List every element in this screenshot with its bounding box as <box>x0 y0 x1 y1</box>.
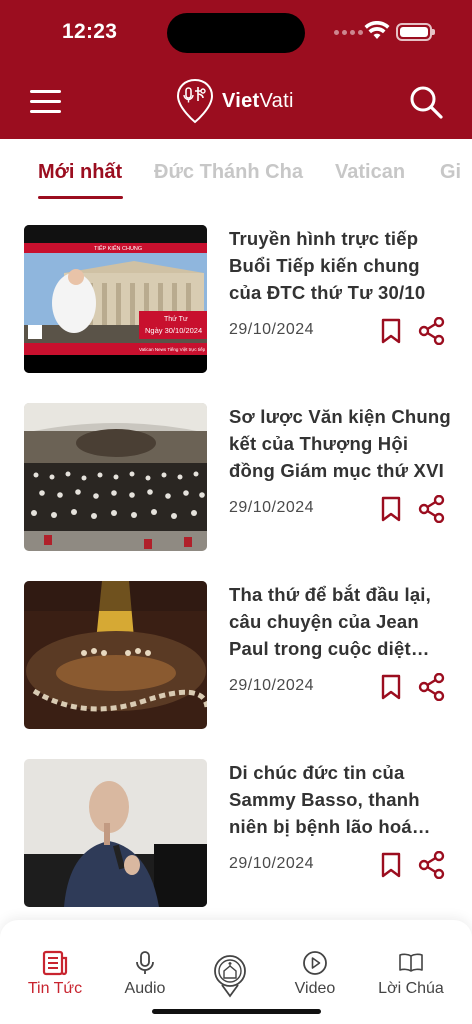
logo-mark-icon <box>176 78 214 124</box>
svg-text:TIẾP KIẾN CHUNG: TIẾP KIẾN CHUNG <box>94 245 142 252</box>
nav-label: Tin Tức <box>27 980 83 997</box>
article-title[interactable]: Truyền hình trực tiếp Buổi Tiếp kiến chu… <box>229 225 451 306</box>
svg-text:Ngày 30/10/2024: Ngày 30/10/2024 <box>145 326 202 335</box>
article-thumbnail <box>24 581 207 729</box>
wifi-icon <box>364 21 390 39</box>
share-icon[interactable] <box>418 317 446 345</box>
play-circle-icon <box>303 951 327 975</box>
home-indicator <box>152 1009 321 1014</box>
tab-moi-nhat[interactable]: Mới nhất <box>38 161 122 184</box>
share-icon[interactable] <box>418 851 446 879</box>
app-header: 12:23 VietVati <box>0 0 472 139</box>
article-date: 29/10/2024 <box>229 855 315 872</box>
tab-duc-thanh-cha[interactable]: Đức Thánh Cha <box>154 161 303 184</box>
logo-text: VietVati <box>222 89 294 112</box>
microphone-icon <box>136 951 154 974</box>
active-tab-indicator <box>38 196 123 199</box>
nav-tin-tuc[interactable]: Tin Tức <box>10 950 100 998</box>
cellular-signal-icon <box>334 30 363 35</box>
tab-gi[interactable]: Gi <box>440 161 461 184</box>
article-item[interactable]: Di chúc đức tin của Sammy Basso, thanh n… <box>0 759 472 909</box>
bookmark-icon[interactable] <box>380 852 402 878</box>
share-icon[interactable] <box>418 673 446 701</box>
nav-church-locator[interactable] <box>185 954 275 1002</box>
article-date: 29/10/2024 <box>229 321 315 338</box>
bookmark-icon[interactable] <box>380 674 402 700</box>
article-date: 29/10/2024 <box>229 677 315 694</box>
nav-label: Video <box>294 980 336 997</box>
nav-video[interactable]: Video <box>270 950 360 998</box>
dynamic-island <box>167 13 305 53</box>
article-item[interactable]: Tha thứ để bắt đầu lại, câu chuyện của J… <box>0 581 472 731</box>
news-icon <box>42 950 68 976</box>
app-logo: VietVati <box>176 78 294 124</box>
article-item[interactable]: Sơ lược Văn kiện Chung kết của Thượng Hộ… <box>0 403 472 553</box>
article-title[interactable]: Sơ lược Văn kiện Chung kết của Thượng Hộ… <box>229 403 451 484</box>
bookmark-icon[interactable] <box>380 318 402 344</box>
status-time: 12:23 <box>62 20 118 43</box>
share-icon[interactable] <box>418 495 446 523</box>
battery-icon <box>396 23 435 41</box>
nav-label: Audio <box>124 980 166 997</box>
svg-text:Thứ Tư: Thứ Tư <box>164 316 188 323</box>
article-thumbnail: TIẾP KIẾN CHUNG Thứ Tư Ngày 30/10/2024 V… <box>24 225 207 373</box>
article-title[interactable]: Di chúc đức tin của Sammy Basso, thanh n… <box>229 759 451 840</box>
bookmark-icon[interactable] <box>380 496 402 522</box>
article-title[interactable]: Tha thứ để bắt đầu lại, câu chuyện của J… <box>229 581 451 662</box>
article-thumbnail <box>24 403 207 551</box>
church-location-icon <box>214 955 246 998</box>
article-date: 29/10/2024 <box>229 499 315 516</box>
book-icon <box>399 953 423 972</box>
nav-audio[interactable]: Audio <box>100 950 190 998</box>
category-tabs: Mới nhất Đức Thánh Cha Vatican Gi <box>0 139 472 203</box>
svg-text:Vatican News Tiếng Việt trực t: Vatican News Tiếng Việt trực tiếp <box>139 347 206 352</box>
article-thumbnail <box>24 759 207 907</box>
nav-label: Lời Chúa <box>378 980 444 997</box>
nav-loi-chua[interactable]: Lời Chúa <box>366 950 456 998</box>
menu-button[interactable] <box>30 88 61 114</box>
search-icon[interactable] <box>408 84 444 120</box>
tab-vatican[interactable]: Vatican <box>335 161 405 184</box>
article-item[interactable]: TIẾP KIẾN CHUNG Thứ Tư Ngày 30/10/2024 V… <box>0 225 472 375</box>
